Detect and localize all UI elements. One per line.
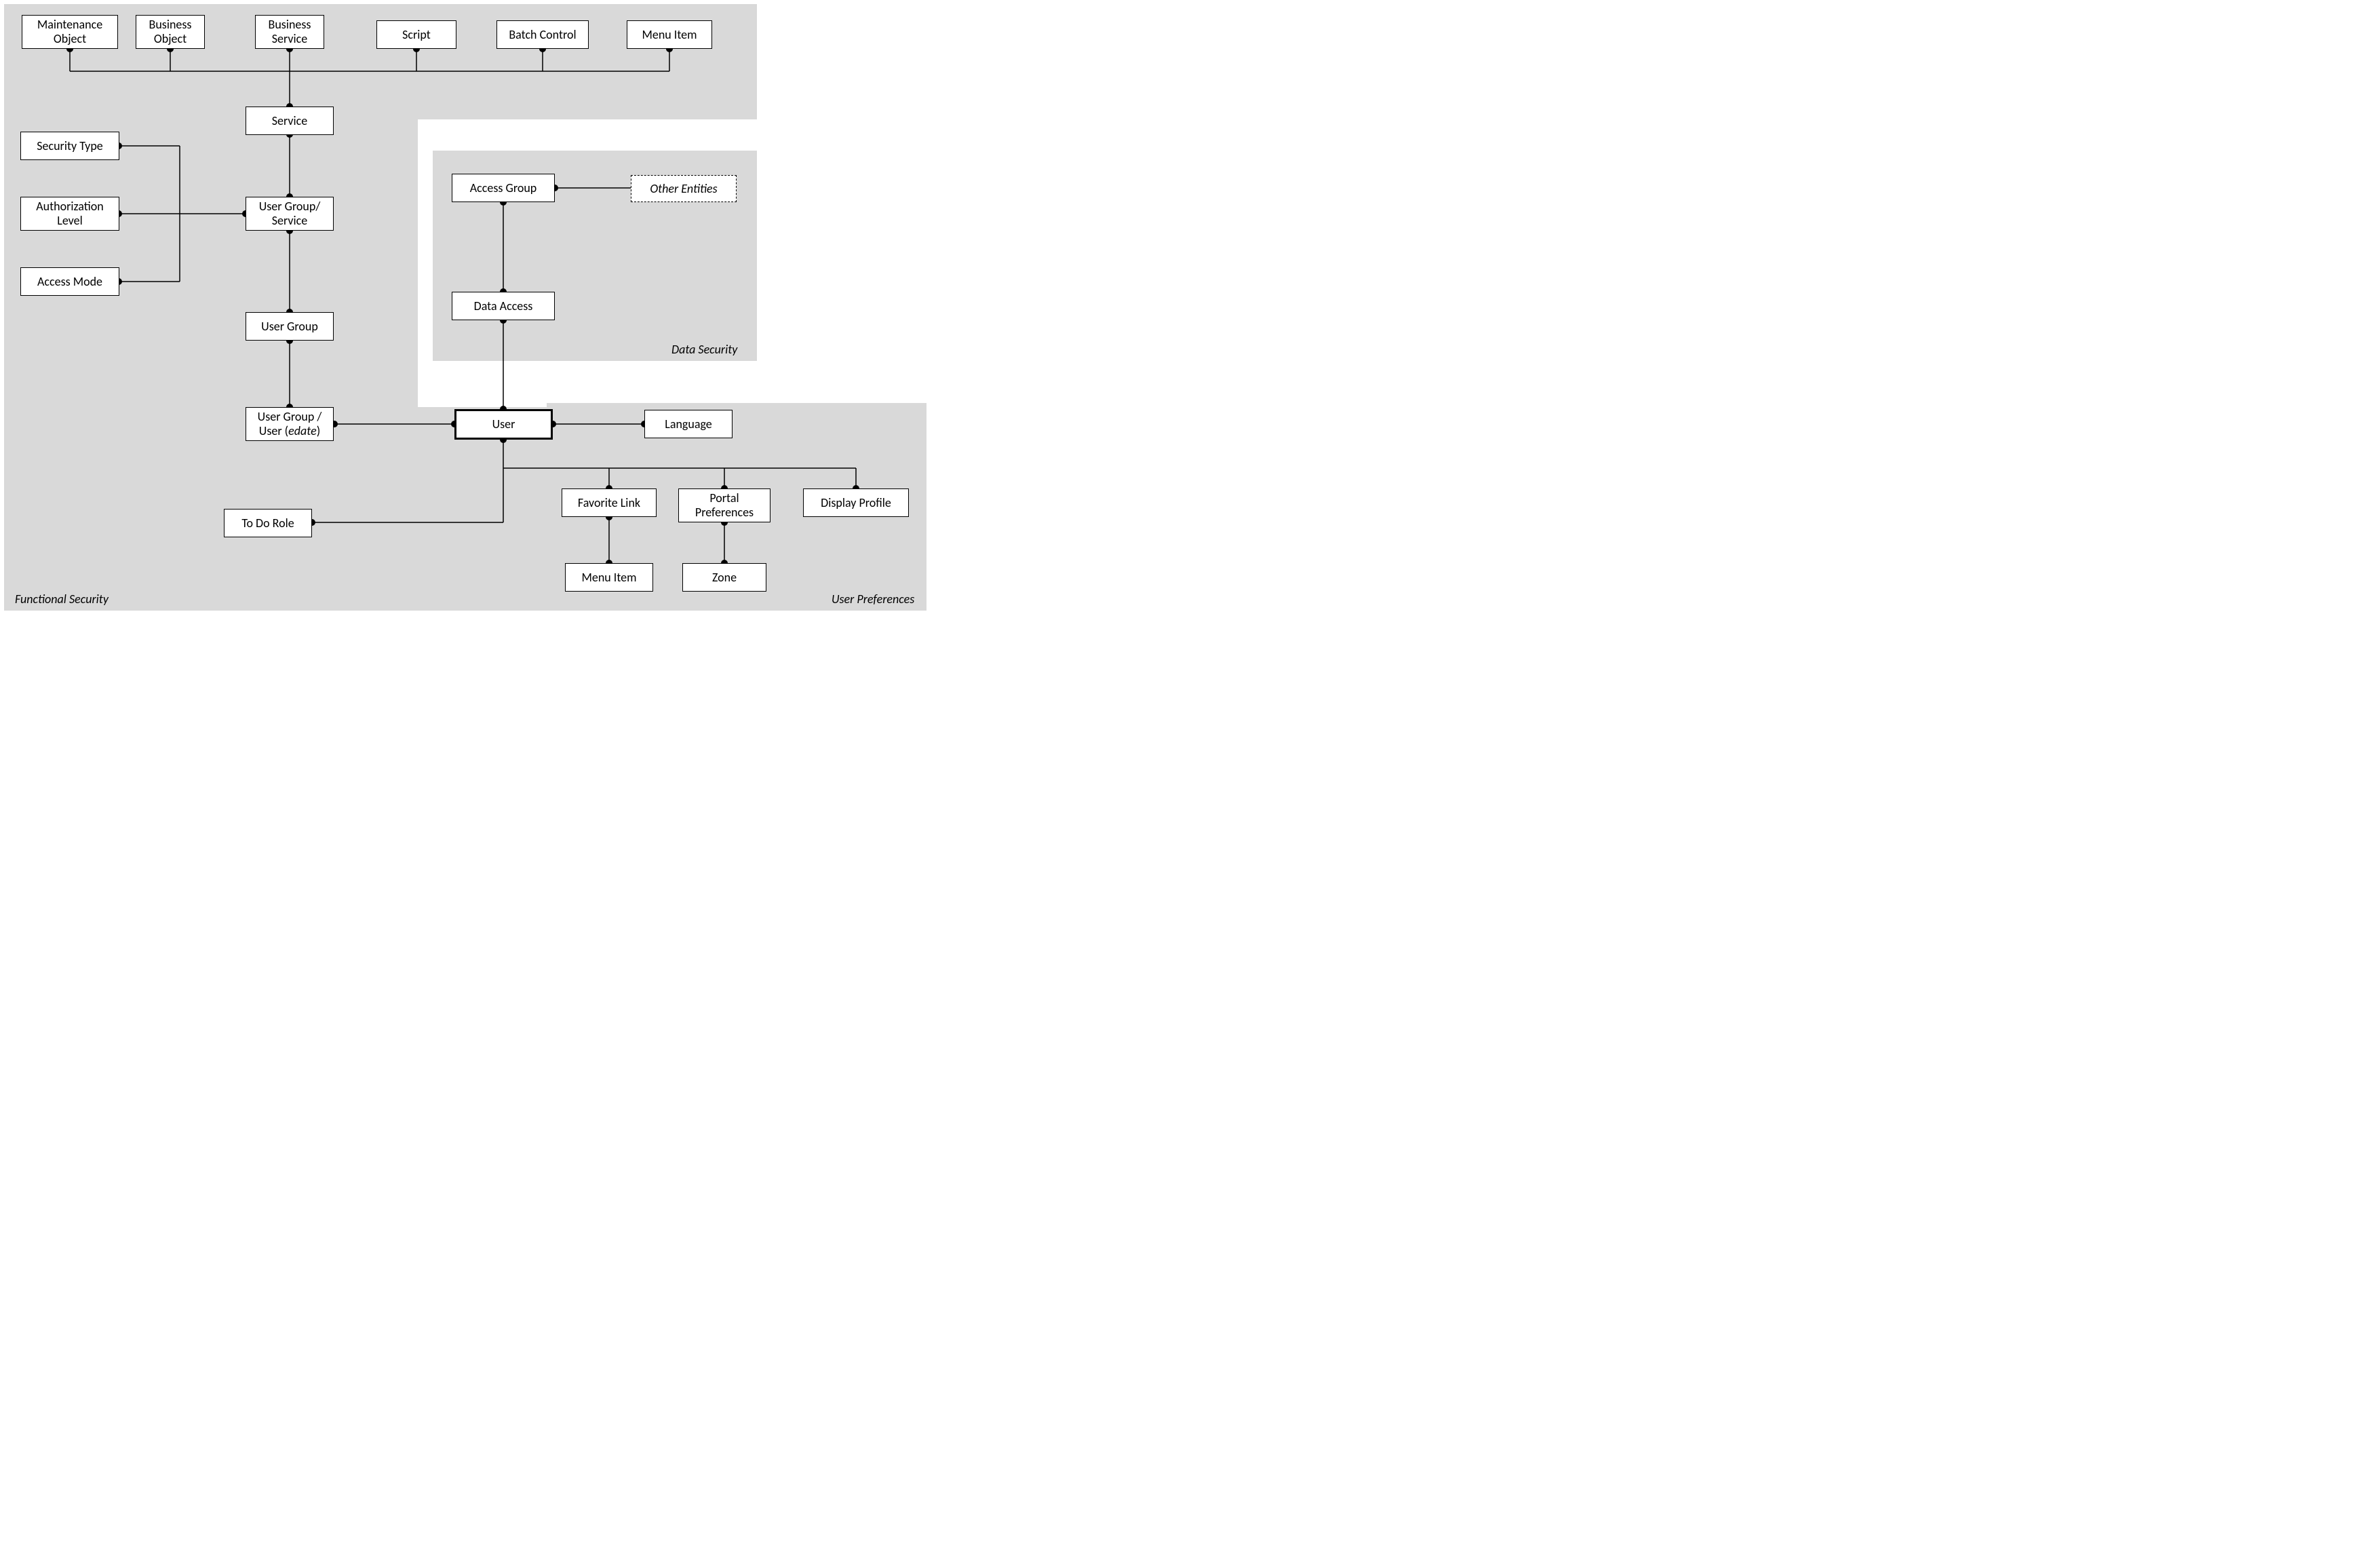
entity-access-mode: Access Mode: [20, 267, 119, 296]
entity-label: Favorite Link: [578, 496, 640, 510]
entity-business-service: Business Service: [255, 15, 324, 49]
label-data-security: Data Security: [671, 342, 737, 357]
entity-label: Business Object: [149, 18, 192, 45]
entity-user: User: [454, 409, 553, 440]
entity-label: Business Service: [269, 18, 311, 45]
entity-business-object: Business Object: [136, 15, 205, 49]
entity-menu-item-top: Menu Item: [627, 20, 712, 49]
entity-label: Zone: [712, 571, 737, 585]
entity-label: Portal Preferences: [695, 491, 754, 519]
entity-maintenance-object: Maintenance Object: [22, 15, 118, 49]
entity-language: Language: [644, 410, 733, 438]
entity-script: Script: [376, 20, 456, 49]
entity-label: User Group/ Service: [259, 199, 321, 227]
entity-label: Menu Item: [581, 571, 636, 585]
entity-batch-control: Batch Control: [496, 20, 589, 49]
entity-label: Batch Control: [509, 28, 576, 42]
entity-user-group-service: User Group/ Service: [246, 197, 334, 231]
label-functional-security: Functional Security: [15, 592, 109, 607]
entity-menu-item-bottom: Menu Item: [565, 563, 653, 592]
entity-label: Language: [665, 417, 711, 431]
entity-label: To Do Role: [241, 516, 294, 531]
entity-data-access: Data Access: [452, 292, 555, 320]
entity-label: User Group / User (edate): [258, 410, 322, 438]
entity-label: Data Access: [474, 299, 533, 313]
entity-zone: Zone: [682, 563, 766, 592]
entity-label: Authorization Level: [36, 199, 104, 227]
entity-favorite-link: Favorite Link: [562, 488, 657, 517]
entity-security-type: Security Type: [20, 132, 119, 160]
entity-label: Other Entities: [650, 182, 717, 196]
region-functional-security-2: [4, 119, 418, 611]
entity-label: Service: [272, 114, 308, 128]
entity-label: Display Profile: [821, 496, 891, 510]
entity-label: Script: [402, 28, 431, 42]
entity-label: Menu Item: [642, 28, 697, 42]
entity-label: Access Mode: [37, 275, 102, 289]
entity-label: User Group: [261, 320, 318, 334]
entity-label: Access Group: [470, 181, 537, 195]
entity-authorization-level: Authorization Level: [20, 197, 119, 231]
entity-other-entities: Other Entities: [631, 175, 737, 202]
label-user-preferences: User Preferences: [832, 592, 914, 607]
entity-access-group: Access Group: [452, 174, 555, 202]
entity-label: Maintenance Object: [37, 18, 102, 45]
entity-to-do-role: To Do Role: [224, 509, 312, 537]
entity-service: Service: [246, 107, 334, 135]
entity-label: Security Type: [37, 139, 102, 153]
entity-user-group: User Group: [246, 312, 334, 341]
entity-display-profile: Display Profile: [803, 488, 909, 517]
diagram-canvas: Functional Security Data Security User P…: [0, 0, 952, 622]
entity-portal-preferences: Portal Preferences: [678, 488, 770, 522]
entity-user-group-user: User Group / User (edate): [246, 407, 334, 441]
entity-label: User: [492, 417, 515, 431]
